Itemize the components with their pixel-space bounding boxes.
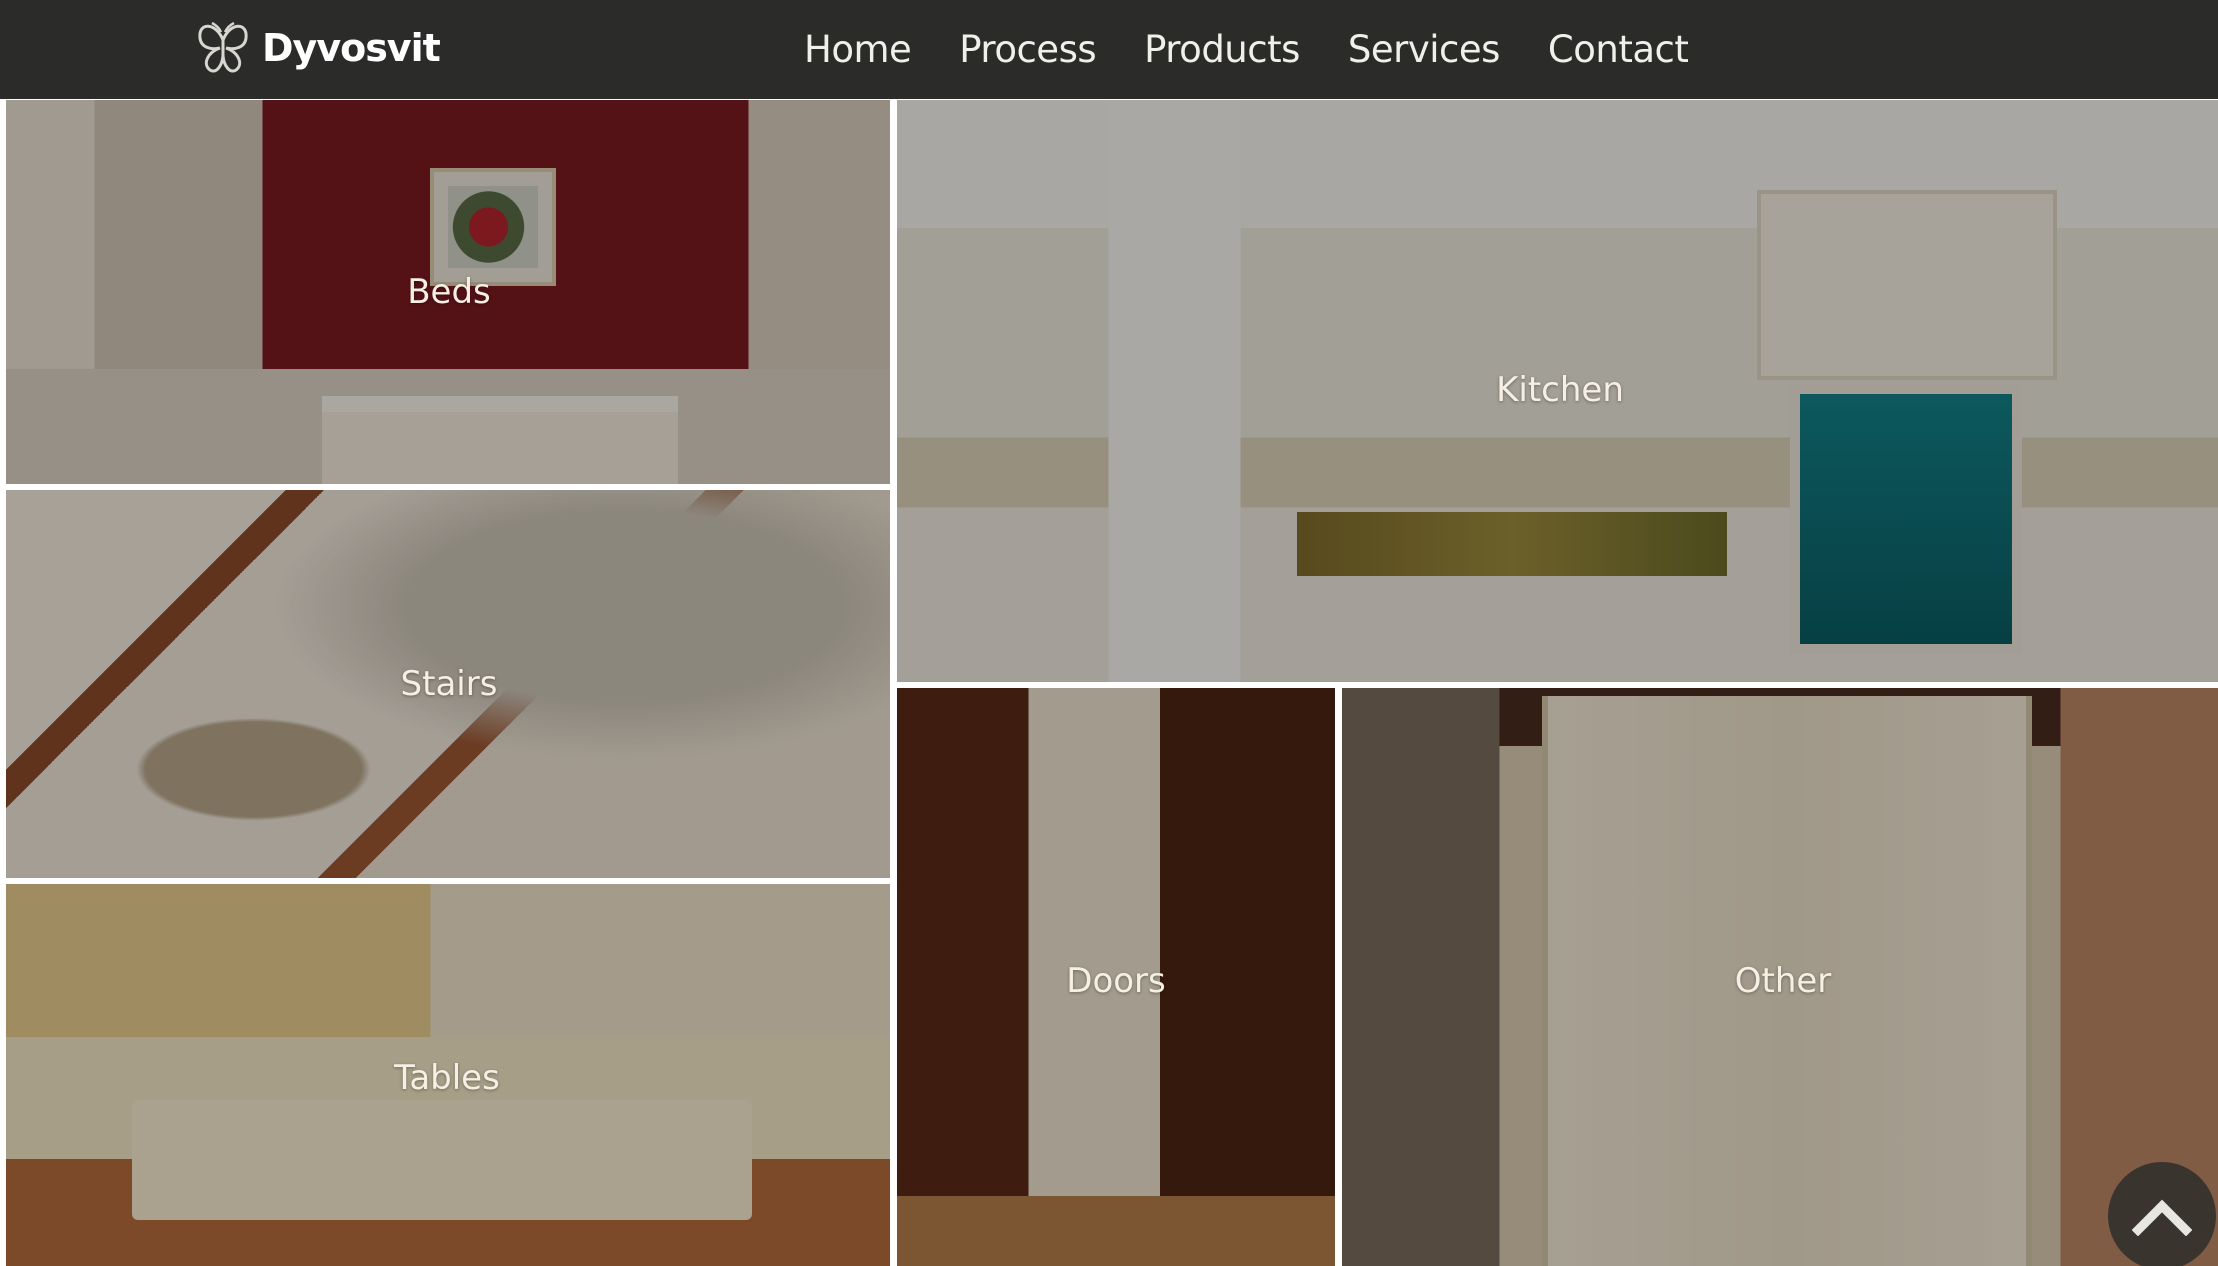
back-to-top-button[interactable] bbox=[2108, 1162, 2216, 1266]
category-tile-doors[interactable]: Doors bbox=[897, 688, 1335, 1266]
nav-link-products[interactable]: Products bbox=[1144, 28, 1300, 71]
category-tile-beds[interactable]: Beds bbox=[6, 100, 890, 484]
category-tile-kitchen[interactable]: Kitchen bbox=[897, 100, 2218, 682]
category-tile-stairs[interactable]: Stairs bbox=[6, 490, 890, 878]
nav-link-contact[interactable]: Contact bbox=[1548, 28, 1689, 71]
brand-home-link[interactable]: Dyvosvit bbox=[194, 10, 441, 86]
category-tile-tables[interactable]: Tables bbox=[6, 884, 890, 1266]
category-label-beds: Beds bbox=[407, 272, 491, 312]
nav-link-process[interactable]: Process bbox=[959, 28, 1096, 71]
main-navigation: Home Process Products Services Contact bbox=[780, 0, 1712, 99]
category-label-other: Other bbox=[1734, 961, 1832, 1001]
category-label-doors: Doors bbox=[1066, 961, 1166, 1001]
brand-name: Dyvosvit bbox=[262, 26, 441, 70]
category-label-tables: Tables bbox=[394, 1058, 500, 1098]
category-label-kitchen: Kitchen bbox=[1496, 370, 1624, 410]
chevron-up-icon bbox=[2132, 1199, 2192, 1236]
category-label-stairs: Stairs bbox=[400, 664, 498, 704]
nav-link-home[interactable]: Home bbox=[804, 28, 912, 71]
top-navbar: Dyvosvit Home Process Products Services … bbox=[0, 0, 2218, 99]
butterfly-icon bbox=[198, 21, 248, 73]
category-tile-other[interactable]: Other bbox=[1342, 688, 2218, 1266]
nav-link-services[interactable]: Services bbox=[1348, 28, 1501, 71]
